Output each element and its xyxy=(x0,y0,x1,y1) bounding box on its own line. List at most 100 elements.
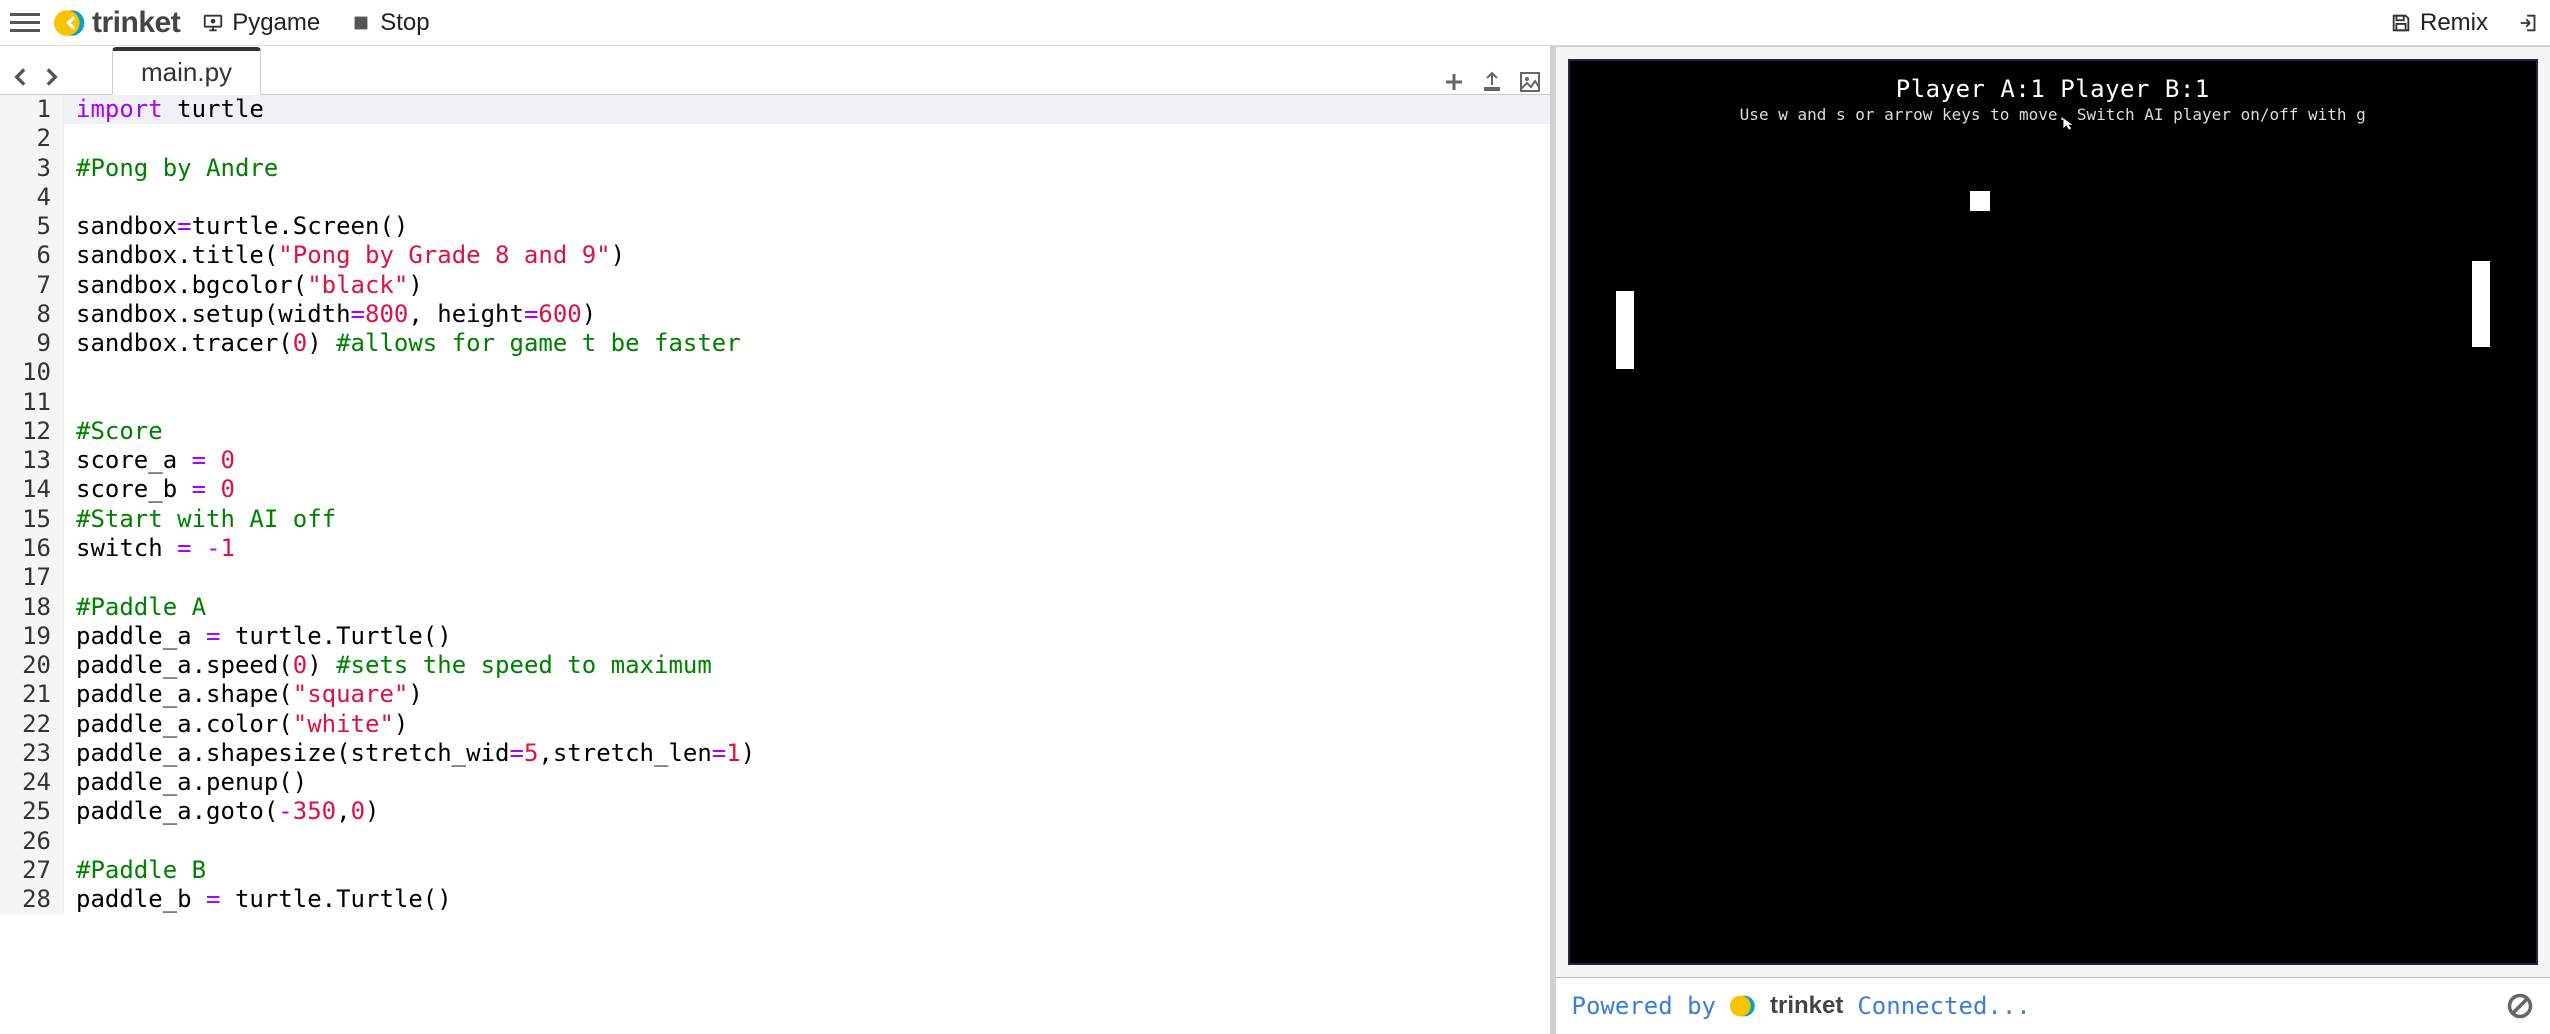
brand-text: trinket xyxy=(92,6,180,40)
line-number: 22 xyxy=(0,710,64,739)
code-content[interactable]: paddle_a.speed(0) #sets the speed to max… xyxy=(64,651,712,680)
output-pane: Player A:1 Player B:1 Use w and s or arr… xyxy=(1556,46,2550,1034)
code-content[interactable]: sandbox=turtle.Screen() xyxy=(64,212,408,241)
mode-button[interactable]: Pygame xyxy=(194,5,328,41)
code-content[interactable]: score_b = 0 xyxy=(64,475,235,504)
code-content[interactable]: paddle_a.shapesize(stretch_wid=5,stretch… xyxy=(64,739,755,768)
code-line[interactable]: 13score_a = 0 xyxy=(0,446,1550,475)
code-content[interactable]: paddle_b = turtle.Turtle() xyxy=(64,885,452,914)
code-content[interactable] xyxy=(64,358,90,387)
code-line[interactable]: 28paddle_b = turtle.Turtle() xyxy=(0,885,1550,914)
code-line[interactable]: 21paddle_a.shape("square") xyxy=(0,680,1550,709)
code-content[interactable]: #Paddle A xyxy=(64,593,206,622)
code-line[interactable]: 10 xyxy=(0,358,1550,387)
menu-button[interactable] xyxy=(10,8,40,38)
code-line[interactable]: 2 xyxy=(0,124,1550,153)
line-number: 26 xyxy=(0,827,64,856)
code-line[interactable]: 22paddle_a.color("white") xyxy=(0,710,1550,739)
code-content[interactable]: paddle_a = turtle.Turtle() xyxy=(64,622,452,651)
code-content[interactable]: paddle_a.penup() xyxy=(64,768,307,797)
code-content[interactable]: sandbox.setup(width=800, height=600) xyxy=(64,300,596,329)
stop-button[interactable]: Stop xyxy=(342,5,437,41)
code-content[interactable] xyxy=(64,124,90,153)
code-content[interactable] xyxy=(64,827,90,856)
game-output[interactable]: Player A:1 Player B:1 Use w and s or arr… xyxy=(1556,47,2550,977)
ball xyxy=(1970,191,1990,211)
pygame-icon xyxy=(202,12,224,34)
line-number: 9 xyxy=(0,329,64,358)
line-number: 11 xyxy=(0,388,64,417)
code-content[interactable] xyxy=(64,183,90,212)
block-icon[interactable] xyxy=(2506,992,2534,1020)
code-line[interactable]: 25paddle_a.goto(-350,0) xyxy=(0,797,1550,826)
add-file-icon[interactable] xyxy=(1442,70,1466,94)
code-line[interactable]: 6sandbox.title("Pong by Grade 8 and 9") xyxy=(0,241,1550,270)
code-line[interactable]: 18#Paddle A xyxy=(0,593,1550,622)
workspace: main.py 1import turtle2 3#Pong by Andre4… xyxy=(0,46,2550,1034)
code-content[interactable]: #Paddle B xyxy=(64,856,206,885)
code-content[interactable]: switch = -1 xyxy=(64,534,235,563)
trinket-small-logo-icon xyxy=(1730,993,1756,1019)
file-tab-main[interactable]: main.py xyxy=(112,47,261,95)
code-line[interactable]: 20paddle_a.speed(0) #sets the speed to m… xyxy=(0,651,1550,680)
code-line[interactable]: 1import turtle xyxy=(0,95,1550,124)
score-text: Player A:1 Player B:1 xyxy=(1570,75,2537,103)
code-content[interactable]: #Pong by Andre xyxy=(64,154,278,183)
code-line[interactable]: 24paddle_a.penup() xyxy=(0,768,1550,797)
code-line[interactable]: 4 xyxy=(0,183,1550,212)
code-content[interactable]: sandbox.tracer(0) #allows for game t be … xyxy=(64,329,741,358)
code-line[interactable]: 5sandbox=turtle.Screen() xyxy=(0,212,1550,241)
code-content[interactable]: sandbox.title("Pong by Grade 8 and 9") xyxy=(64,241,625,270)
code-content[interactable]: score_a = 0 xyxy=(64,446,235,475)
line-number: 6 xyxy=(0,241,64,270)
file-tab-label: main.py xyxy=(141,57,232,87)
powered-by-text: Powered by xyxy=(1572,992,1717,1020)
login-icon xyxy=(2518,12,2540,34)
code-content[interactable]: #Start with AI off xyxy=(64,505,336,534)
login-button[interactable] xyxy=(2510,8,2540,38)
code-line[interactable]: 11 xyxy=(0,388,1550,417)
line-number: 25 xyxy=(0,797,64,826)
code-line[interactable]: 16switch = -1 xyxy=(0,534,1550,563)
code-line[interactable]: 3#Pong by Andre xyxy=(0,154,1550,183)
code-line[interactable]: 27#Paddle B xyxy=(0,856,1550,885)
game-canvas[interactable]: Player A:1 Player B:1 Use w and s or arr… xyxy=(1568,59,2539,965)
code-content[interactable]: paddle_a.color("white") xyxy=(64,710,408,739)
code-content[interactable]: import turtle xyxy=(64,95,264,124)
code-line[interactable]: 9sandbox.tracer(0) #allows for game t be… xyxy=(0,329,1550,358)
code-line[interactable]: 8sandbox.setup(width=800, height=600) xyxy=(0,300,1550,329)
prev-arrow-icon[interactable] xyxy=(8,64,34,90)
code-content[interactable] xyxy=(64,563,90,592)
line-number: 2 xyxy=(0,124,64,153)
remix-button[interactable]: Remix xyxy=(2382,5,2496,41)
code-line[interactable]: 17 xyxy=(0,563,1550,592)
stop-label: Stop xyxy=(380,9,429,37)
line-number: 13 xyxy=(0,446,64,475)
code-content[interactable]: #Score xyxy=(64,417,163,446)
code-line[interactable]: 7sandbox.bgcolor("black") xyxy=(0,271,1550,300)
code-line[interactable]: 23paddle_a.shapesize(stretch_wid=5,stret… xyxy=(0,739,1550,768)
code-line[interactable]: 12#Score xyxy=(0,417,1550,446)
code-content[interactable]: paddle_a.shape("square") xyxy=(64,680,423,709)
code-content[interactable] xyxy=(64,388,90,417)
code-line[interactable]: 19paddle_a = turtle.Turtle() xyxy=(0,622,1550,651)
next-arrow-icon[interactable] xyxy=(38,64,64,90)
code-line[interactable]: 14score_b = 0 xyxy=(0,475,1550,504)
line-number: 5 xyxy=(0,212,64,241)
code-line[interactable]: 26 xyxy=(0,827,1550,856)
code-content[interactable]: paddle_a.goto(-350,0) xyxy=(64,797,379,826)
code-editor[interactable]: 1import turtle2 3#Pong by Andre4 5sandbo… xyxy=(0,95,1550,1034)
brand-logo[interactable]: trinket xyxy=(54,6,180,40)
line-number: 20 xyxy=(0,651,64,680)
line-number: 19 xyxy=(0,622,64,651)
code-content[interactable]: sandbox.bgcolor("black") xyxy=(64,271,423,300)
line-number: 14 xyxy=(0,475,64,504)
line-number: 10 xyxy=(0,358,64,387)
upload-icon[interactable] xyxy=(1480,70,1504,94)
powered-by-brand[interactable]: trinket xyxy=(1770,992,1843,1020)
image-icon[interactable] xyxy=(1518,70,1542,94)
instructions-text: Use w and s or arrow keys to move. Switc… xyxy=(1570,105,2537,124)
paddle-b xyxy=(2472,261,2490,347)
line-number: 4 xyxy=(0,183,64,212)
code-line[interactable]: 15#Start with AI off xyxy=(0,505,1550,534)
